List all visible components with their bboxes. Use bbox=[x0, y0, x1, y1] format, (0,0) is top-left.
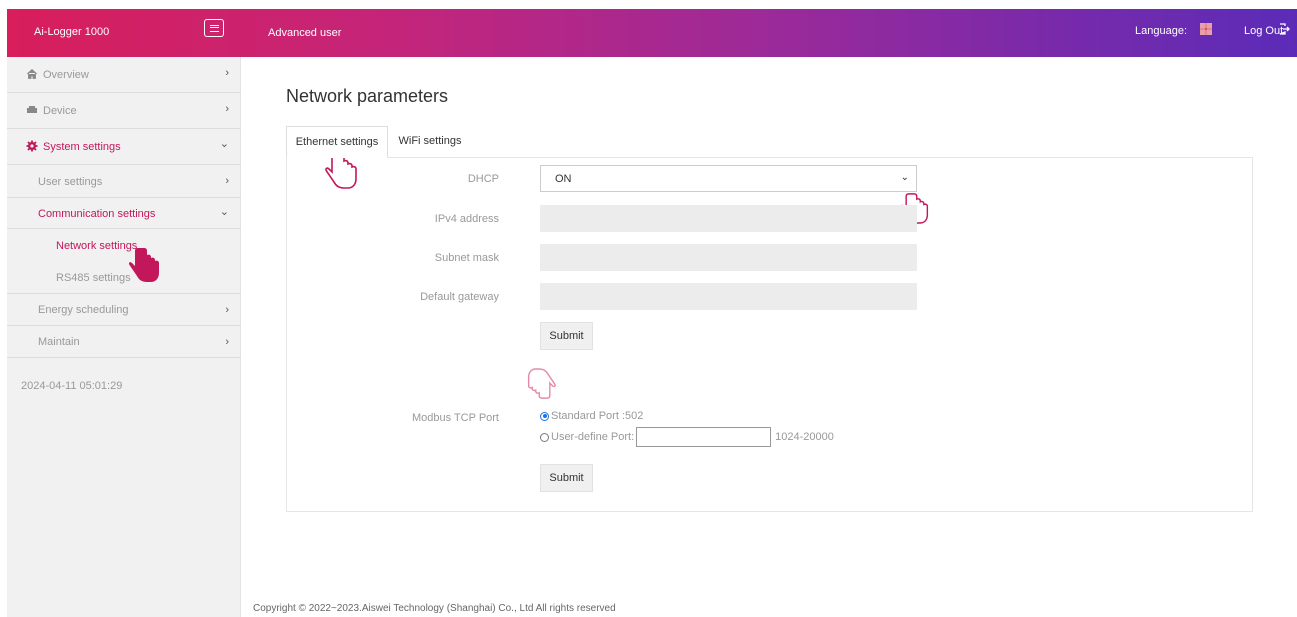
subnet-mask-label: Subnet mask bbox=[434, 252, 499, 264]
device-icon bbox=[27, 106, 37, 113]
dhcp-value: ON bbox=[555, 173, 572, 185]
menu-toggle-button[interactable] bbox=[204, 19, 224, 37]
sidebar-item-user-settings[interactable]: User settings › bbox=[7, 165, 241, 198]
sidebar-subitem-network-settings[interactable]: Network settings bbox=[56, 240, 137, 252]
modbus-submit-button[interactable]: Submit bbox=[540, 464, 593, 492]
top-bar: Ai-Logger 1000 Advanced user Language: L… bbox=[7, 9, 1297, 57]
sidebar: Overview › Device › System settings ⌄ Us… bbox=[7, 57, 241, 617]
chevron-right-icon: › bbox=[225, 175, 229, 187]
sidebar-item-label: System settings bbox=[43, 141, 121, 153]
sidebar-item-label: Overview bbox=[43, 69, 89, 81]
chevron-down-icon: ⌄ bbox=[219, 138, 229, 150]
flag-icon[interactable] bbox=[1200, 23, 1212, 35]
sidebar-item-system-settings[interactable]: System settings ⌄ bbox=[7, 129, 241, 165]
language-label: Language: bbox=[1135, 25, 1187, 37]
user-define-port-option[interactable]: User-define Port: 1024-20000 bbox=[540, 427, 834, 447]
subnet-mask-input[interactable] bbox=[540, 244, 917, 271]
port-range-hint: 1024-20000 bbox=[775, 431, 834, 443]
sidebar-item-label: Communication settings bbox=[38, 208, 156, 220]
ipv4-label: IPv4 address bbox=[434, 213, 499, 225]
sidebar-item-overview[interactable]: Overview › bbox=[7, 57, 241, 93]
chevron-right-icon: › bbox=[225, 304, 229, 316]
standard-port-label: Standard Port :502 bbox=[551, 410, 644, 422]
user-define-port-radio[interactable] bbox=[540, 432, 549, 442]
sidebar-item-label: Maintain bbox=[38, 336, 80, 348]
standard-port-option[interactable]: Standard Port :502 bbox=[540, 410, 643, 422]
sidebar-item-maintain[interactable]: Maintain › bbox=[7, 326, 241, 358]
logout-icon[interactable] bbox=[1279, 23, 1290, 35]
chevron-right-icon: › bbox=[225, 103, 229, 115]
sidebar-item-communication-settings[interactable]: Communication settings ⌄ bbox=[7, 198, 241, 229]
sidebar-item-label: Energy scheduling bbox=[38, 304, 129, 316]
home-icon bbox=[26, 68, 38, 79]
user-define-port-input[interactable] bbox=[636, 427, 772, 447]
standard-port-radio[interactable] bbox=[540, 411, 549, 421]
logout-link[interactable]: Log Out bbox=[1244, 25, 1283, 37]
chevron-down-icon: ⌄ bbox=[900, 172, 909, 183]
default-gateway-input[interactable] bbox=[540, 283, 917, 310]
clock-timestamp: 2024-04-11 05:01:29 bbox=[21, 380, 123, 392]
chevron-right-icon: › bbox=[225, 67, 229, 79]
sidebar-item-device[interactable]: Device › bbox=[7, 93, 241, 129]
gateway-label: Default gateway bbox=[420, 291, 499, 303]
page-title: Network parameters bbox=[286, 86, 449, 106]
hand-pointer-icon bbox=[128, 248, 159, 282]
submit-button[interactable]: Submit bbox=[540, 322, 593, 350]
chevron-down-icon: ⌄ bbox=[219, 206, 229, 218]
modbus-port-label: Modbus TCP Port bbox=[411, 412, 499, 424]
copyright-footer: Copyright © 2022~2023.Aiswei Technology … bbox=[253, 603, 616, 614]
ipv4-input[interactable] bbox=[540, 205, 917, 232]
dhcp-label: DHCP bbox=[467, 173, 499, 185]
dhcp-select[interactable]: ON ⌄ bbox=[540, 165, 917, 192]
chevron-right-icon: › bbox=[225, 336, 229, 348]
sidebar-item-label: Device bbox=[43, 105, 77, 117]
tab-wifi-settings[interactable]: WiFi settings bbox=[394, 126, 466, 158]
sidebar-item-label: User settings bbox=[38, 176, 103, 188]
sidebar-subitem-rs485-settings[interactable]: RS485 settings bbox=[56, 272, 131, 284]
app-title: Ai-Logger 1000 bbox=[34, 26, 110, 38]
tab-ethernet-settings[interactable]: Ethernet settings bbox=[286, 126, 388, 158]
hamburger-icon bbox=[209, 24, 219, 32]
user-role: Advanced user bbox=[268, 27, 342, 39]
sidebar-item-energy-scheduling[interactable]: Energy scheduling › bbox=[7, 293, 241, 326]
gear-icon bbox=[26, 140, 38, 152]
user-define-port-label: User-define Port: bbox=[551, 431, 635, 443]
hand-pointer-down-icon bbox=[527, 368, 556, 399]
